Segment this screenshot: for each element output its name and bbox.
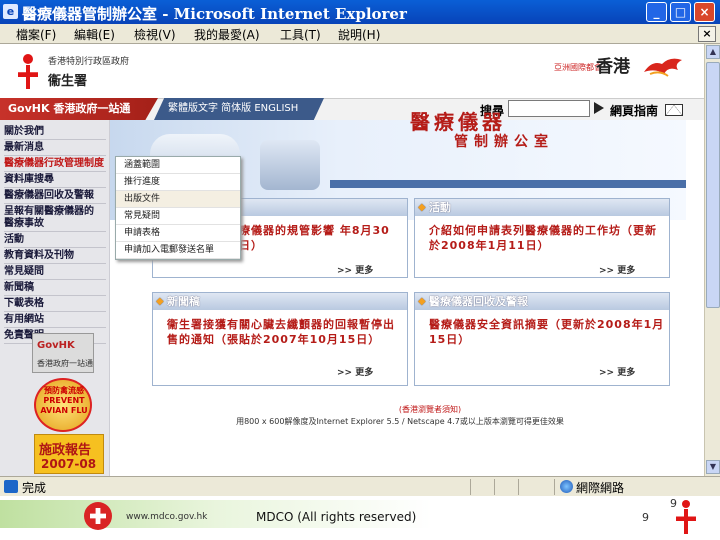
status-text: 完成 bbox=[22, 481, 47, 495]
menu-edit[interactable]: 編輯(E) bbox=[74, 26, 115, 43]
sidebar-item-incident-report-2[interactable]: 醫療事故 bbox=[4, 218, 108, 230]
submenu-dropdown: 涵蓋範圍 推行進度 出版文件 常見疑問 申請表格 申請加入電郵發送名單 bbox=[115, 156, 241, 260]
avian-flu-text: 預防禽流感 PREVENT AVIAN FLU bbox=[40, 386, 88, 415]
panel-events-more[interactable]: >> 更多 bbox=[599, 263, 635, 276]
panel-press-title: 新聞稿 bbox=[167, 295, 200, 308]
maximize-button[interactable]: □ bbox=[670, 2, 691, 22]
sidebar-item-admin-control[interactable]: 醫療儀器行政管理制度 bbox=[4, 158, 108, 170]
page-done-icon bbox=[4, 480, 18, 493]
sitemap-link[interactable]: 網頁指南 bbox=[610, 102, 658, 119]
page-number: 9 bbox=[642, 511, 649, 524]
hong-kong-label: 香港 bbox=[596, 57, 630, 77]
avian-flu-badge[interactable]: 預防禽流感 PREVENT AVIAN FLU bbox=[34, 378, 92, 432]
sidebar-item-forms[interactable]: 下載表格 bbox=[4, 298, 108, 310]
sidebar-item-database[interactable]: 資料庫搜尋 bbox=[4, 174, 108, 186]
panel-recall: ◆ 醫療儀器回收及警報 醫療儀器安全資訊摘要（更新於2008年1月15日） >> … bbox=[414, 292, 670, 386]
submenu-item-scope[interactable]: 涵蓋範圍 bbox=[116, 157, 240, 174]
vertical-scrollbar[interactable]: ▲ ▼ bbox=[704, 44, 720, 476]
close-button[interactable]: × bbox=[694, 2, 715, 22]
panel-press-header: ◆ 新聞稿 bbox=[153, 293, 407, 310]
panel-recall-header: ◆ 醫療儀器回收及警報 bbox=[415, 293, 669, 310]
close-tab-icon[interactable]: × bbox=[698, 26, 716, 42]
panel-events: ◆ 活動 介紹如何申請表列醫療儀器的工作坊（更新於2008年1月11日） >> 更… bbox=[414, 198, 670, 278]
window-title-bar[interactable]: e 醫療儀器管制辦公室 - Microsoft Internet Explore… bbox=[0, 0, 720, 24]
submenu-item-forms[interactable]: 申請表格 bbox=[116, 225, 240, 242]
panel-announcement-more[interactable]: >> 更多 bbox=[337, 263, 373, 276]
browser-note: 用800 x 600解像度及Internet Explorer 5.5 / Ne… bbox=[236, 417, 564, 426]
menu-view[interactable]: 檢視(V) bbox=[134, 26, 176, 43]
medical-device-image-2 bbox=[260, 140, 320, 190]
sidebar-item-incident-report[interactable]: 呈報有關醫療儀器的 bbox=[4, 206, 108, 218]
minimize-button[interactable]: _ bbox=[646, 2, 667, 22]
submenu-item-faq[interactable]: 常見疑問 bbox=[116, 208, 240, 225]
site-header: 香港特別行政區政府 衞生署 亞洲國際都會 香港 bbox=[0, 44, 704, 98]
sidebar-item-faq[interactable]: 常見疑問 bbox=[4, 266, 108, 278]
policy-address-title: 施政報告 bbox=[39, 443, 92, 458]
sidebar-item-news[interactable]: 最新消息 bbox=[4, 142, 108, 154]
footer-url: www.mdco.gov.hk bbox=[126, 512, 208, 522]
language-switch[interactable]: 繁體版文字 简体版 ENGLISH bbox=[154, 98, 324, 120]
submenu-item-publications[interactable]: 出版文件 bbox=[116, 191, 240, 208]
department-logo-small-icon bbox=[676, 500, 696, 534]
panel-events-header: ◆ 活動 bbox=[415, 199, 669, 216]
sidebar-item-about[interactable]: 關於我們 bbox=[4, 126, 108, 138]
panel-recall-more[interactable]: >> 更多 bbox=[599, 365, 635, 378]
zone-label: 網際網路 bbox=[576, 481, 625, 495]
menu-help[interactable]: 說明(H) bbox=[338, 26, 380, 43]
scroll-down-icon[interactable]: ▼ bbox=[706, 460, 720, 474]
status-bar: 完成 網際網路 bbox=[0, 476, 720, 496]
panel-press-more[interactable]: >> 更多 bbox=[337, 365, 373, 378]
scroll-up-icon[interactable]: ▲ bbox=[706, 45, 720, 59]
sidebar-item-press[interactable]: 新聞稿 bbox=[4, 282, 108, 294]
window-title: 醫療儀器管制辦公室 - Microsoft Internet Explorer bbox=[22, 5, 407, 23]
panel-recall-title: 醫療儀器回收及警報 bbox=[429, 295, 528, 308]
govhk-link[interactable]: GovHK 香港政府一站通 bbox=[0, 98, 158, 120]
menu-favorites[interactable]: 我的最愛(A) bbox=[194, 26, 260, 43]
sidebar-item-links[interactable]: 有用網站 bbox=[4, 314, 108, 326]
footer-copyright: MDCO (All rights reserved) bbox=[256, 510, 417, 524]
panel-press-body[interactable]: 衞生署接獲有關心臟去纖顫器的回報暫停出售的通知（張貼於2007年10月15日） bbox=[167, 317, 403, 347]
sidebar-item-events[interactable]: 活動 bbox=[4, 234, 108, 246]
panel-events-title: 活動 bbox=[429, 201, 451, 214]
panel-recall-body[interactable]: 醫療儀器安全資訊摘要（更新於2008年1月15日） bbox=[429, 317, 665, 347]
policy-address-badge[interactable]: 施政報告 2007-08 bbox=[34, 434, 104, 474]
govhk-badge-title: GovHK bbox=[37, 340, 75, 351]
sidebar-item-recall[interactable]: 醫療儀器回收及警報 bbox=[4, 190, 108, 202]
banner-subtitle: 管制辦公室 bbox=[454, 134, 554, 150]
browser-note-title: (香港瀏覽者須知) bbox=[398, 405, 462, 414]
submenu-item-mailing-list[interactable]: 申請加入電郵發送名單 bbox=[116, 242, 240, 259]
scroll-thumb[interactable] bbox=[706, 62, 720, 308]
sidebar-item-education[interactable]: 教育資料及刊物 bbox=[4, 250, 108, 262]
brand-label: 亞洲國際都會 bbox=[554, 63, 602, 72]
policy-address-year: 2007-08 bbox=[41, 457, 97, 471]
red-cross-icon bbox=[84, 502, 112, 530]
menu-bar: 檔案(F) 編輯(E) 檢視(V) 我的最愛(A) 工具(T) 說明(H) × bbox=[0, 24, 720, 44]
menu-tools[interactable]: 工具(T) bbox=[280, 26, 321, 43]
panel-press: ◆ 新聞稿 衞生署接獲有關心臟去纖顫器的回報暫停出售的通知（張貼於2007年10月… bbox=[152, 292, 408, 386]
panel-announcement-body[interactable]: 療儀器的規管影響 年8月30日） bbox=[239, 223, 399, 253]
ie-icon: e bbox=[3, 4, 18, 19]
department-name[interactable]: 衞生署 bbox=[48, 70, 87, 89]
submenu-item-progress[interactable]: 推行進度 bbox=[116, 174, 240, 191]
department-logo-icon[interactable] bbox=[14, 54, 42, 90]
govhk-badge-subtitle: 香港政府一站通 bbox=[37, 359, 93, 368]
dragon-logo-icon bbox=[644, 58, 682, 77]
search-input[interactable] bbox=[508, 100, 590, 117]
menu-file[interactable]: 檔案(F) bbox=[16, 26, 56, 43]
government-label: 香港特別行政區政府 bbox=[48, 57, 130, 67]
govhk-badge[interactable]: GovHK 香港政府一站通 bbox=[32, 333, 94, 373]
internet-zone-icon bbox=[560, 480, 573, 493]
mail-icon[interactable] bbox=[665, 104, 683, 116]
page-viewport: 香港特別行政區政府 衞生署 亞洲國際都會 香港 GovHK 香港政府一站通 繁體… bbox=[0, 44, 704, 476]
panel-events-body[interactable]: 介紹如何申請表列醫療儀器的工作坊（更新於2008年1月11日） bbox=[429, 223, 665, 253]
